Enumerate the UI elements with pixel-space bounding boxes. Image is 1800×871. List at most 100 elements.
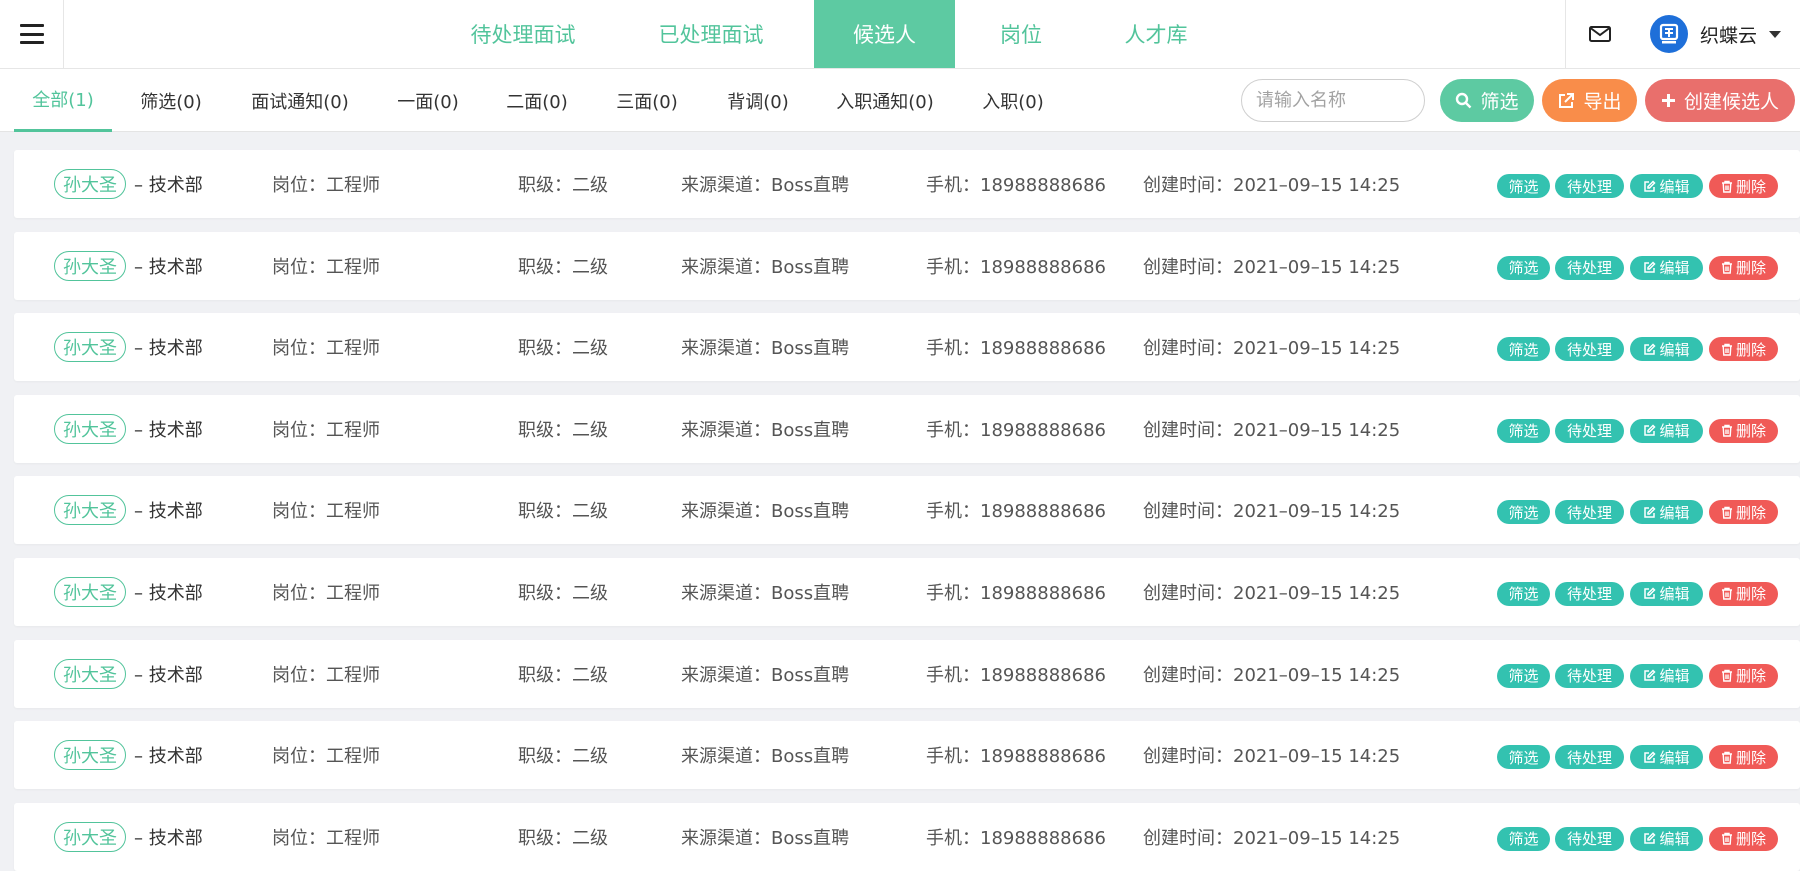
row-pending-button[interactable]: 待处理: [1555, 663, 1624, 688]
org-switcher[interactable]: 织蝶云: [1650, 14, 1782, 54]
hamburger-menu-button[interactable]: [0, 0, 64, 68]
candidate-row[interactable]: 孙大圣 – 技术部 岗位：工程师 职级：二级 来源渠道：Boss直聘 手机：18…: [14, 313, 1800, 382]
tab-all[interactable]: 全部(1): [14, 69, 112, 132]
row-filter-button[interactable]: 筛选: [1497, 826, 1550, 851]
nav-candidates[interactable]: 候选人: [814, 0, 955, 68]
row-delete-label: 删除: [1735, 259, 1766, 278]
tab-background-check[interactable]: 背调(0): [713, 69, 803, 132]
caret-down-icon: [1769, 30, 1782, 38]
candidate-department: – 技术部: [134, 256, 203, 278]
row-filter-button[interactable]: 筛选: [1497, 500, 1550, 525]
row-filter-button[interactable]: 筛选: [1497, 745, 1550, 770]
row-edit-button[interactable]: 编辑: [1630, 418, 1703, 443]
row-edit-button[interactable]: 编辑: [1630, 174, 1703, 198]
candidate-name-tag[interactable]: 孙大圣: [54, 658, 126, 689]
candidate-row[interactable]: 孙大圣 – 技术部 岗位：工程师 职级：二级 来源渠道：Boss直聘 手机：18…: [14, 394, 1800, 463]
candidate-level: 职级：二级: [518, 582, 608, 604]
tab-first-interview[interactable]: 一面(0): [386, 69, 470, 132]
candidate-row[interactable]: 孙大圣 – 技术部 岗位：工程师 职级：二级 来源渠道：Boss直聘 手机：18…: [14, 150, 1800, 218]
candidate-name-tag[interactable]: 孙大圣: [54, 740, 126, 771]
row-pending-button[interactable]: 待处理: [1555, 337, 1624, 362]
tab-screening[interactable]: 筛选(0): [126, 69, 216, 132]
nav-pending-interviews[interactable]: 待处理面试: [438, 0, 608, 68]
filter-button[interactable]: 筛选: [1440, 79, 1534, 122]
tab-onboarding-notice[interactable]: 入职通知(0): [824, 69, 946, 132]
row-delete-button[interactable]: 删除: [1709, 337, 1778, 362]
row-delete-label: 删除: [1735, 503, 1766, 522]
candidate-row[interactable]: 孙大圣 – 技术部 岗位：工程师 职级：二级 来源渠道：Boss直聘 手机：18…: [14, 476, 1800, 545]
candidate-phone: 手机：18988888686: [926, 746, 1106, 768]
row-pending-button[interactable]: 待处理: [1555, 418, 1624, 443]
row-pending-button[interactable]: 待处理: [1555, 174, 1624, 198]
candidate-row[interactable]: 孙大圣 – 技术部 岗位：工程师 职级：二级 来源渠道：Boss直聘 手机：18…: [14, 721, 1800, 790]
name-search-input[interactable]: [1241, 79, 1425, 122]
row-pending-label: 待处理: [1566, 422, 1612, 441]
trash-icon: [1721, 261, 1732, 274]
candidate-source: 来源渠道：Boss直聘: [681, 175, 850, 196]
candidate-level: 职级：二级: [518, 419, 608, 441]
create-candidate-button[interactable]: 创建候选人: [1645, 79, 1795, 122]
row-filter-button[interactable]: 筛选: [1497, 255, 1550, 280]
row-edit-button[interactable]: 编辑: [1630, 745, 1703, 770]
row-pending-button[interactable]: 待处理: [1555, 745, 1624, 770]
candidate-name-tag[interactable]: 孙大圣: [54, 332, 126, 363]
row-edit-label: 编辑: [1659, 830, 1690, 849]
mail-icon[interactable]: [1588, 22, 1612, 46]
candidate-row[interactable]: 孙大圣 – 技术部 岗位：工程师 职级：二级 来源渠道：Boss直聘 手机：18…: [14, 231, 1800, 300]
export-button[interactable]: 导出: [1542, 79, 1637, 122]
candidate-row[interactable]: 孙大圣 – 技术部 岗位：工程师 职级：二级 来源渠道：Boss直聘 手机：18…: [14, 557, 1800, 626]
candidate-department: – 技术部: [134, 419, 203, 441]
row-filter-button[interactable]: 筛选: [1497, 337, 1550, 362]
tab-onboarded[interactable]: 入职(0): [970, 69, 1056, 132]
edit-icon: [1644, 832, 1657, 844]
candidate-row[interactable]: 孙大圣 – 技术部 岗位：工程师 职级：二级 来源渠道：Boss直聘 手机：18…: [14, 639, 1800, 708]
candidate-level: 职级：二级: [518, 175, 608, 196]
candidate-created-time: 创建时间：2021–09–15 14:25: [1143, 664, 1401, 686]
row-pending-button[interactable]: 待处理: [1555, 826, 1624, 851]
tab-interview-notice[interactable]: 面试通知(0): [238, 69, 362, 132]
row-delete-button[interactable]: 删除: [1709, 663, 1778, 688]
trash-icon: [1721, 506, 1732, 519]
row-edit-button[interactable]: 编辑: [1630, 337, 1703, 362]
row-filter-label: 筛选: [1508, 503, 1539, 522]
candidate-name-tag[interactable]: 孙大圣: [54, 495, 126, 526]
row-edit-button[interactable]: 编辑: [1630, 826, 1703, 851]
candidate-level: 职级：二级: [518, 338, 608, 360]
row-edit-label: 编辑: [1659, 748, 1690, 767]
edit-icon: [1644, 424, 1657, 437]
row-delete-button[interactable]: 删除: [1709, 174, 1778, 198]
row-edit-label: 编辑: [1659, 503, 1690, 522]
nav-talent-pool[interactable]: 人才库: [1087, 0, 1225, 68]
row-pending-button[interactable]: 待处理: [1555, 255, 1624, 280]
candidate-name-tag[interactable]: 孙大圣: [54, 821, 126, 852]
tab-third-interview[interactable]: 三面(0): [605, 69, 689, 132]
row-filter-button[interactable]: 筛选: [1497, 663, 1550, 688]
candidate-name-tag[interactable]: 孙大圣: [54, 169, 126, 199]
row-filter-button[interactable]: 筛选: [1497, 418, 1550, 443]
row-edit-button[interactable]: 编辑: [1630, 255, 1703, 280]
row-pending-label: 待处理: [1566, 830, 1612, 849]
trash-icon: [1721, 588, 1732, 601]
candidate-name-tag[interactable]: 孙大圣: [54, 576, 126, 607]
row-filter-button[interactable]: 筛选: [1497, 174, 1550, 198]
row-delete-button[interactable]: 删除: [1709, 745, 1778, 770]
row-edit-button[interactable]: 编辑: [1630, 581, 1703, 606]
row-delete-button[interactable]: 删除: [1709, 500, 1778, 525]
row-delete-button[interactable]: 删除: [1709, 826, 1778, 851]
candidate-created-time: 创建时间：2021–09–15 14:25: [1143, 501, 1401, 523]
nav-processed-interviews[interactable]: 已处理面试: [608, 0, 814, 68]
row-edit-button[interactable]: 编辑: [1630, 663, 1703, 688]
candidate-name-tag[interactable]: 孙大圣: [54, 250, 126, 281]
org-name: 织蝶云: [1700, 24, 1758, 47]
row-pending-button[interactable]: 待处理: [1555, 500, 1624, 525]
row-filter-button[interactable]: 筛选: [1497, 581, 1550, 606]
candidate-name-tag[interactable]: 孙大圣: [54, 413, 126, 444]
candidate-row[interactable]: 孙大圣 – 技术部 岗位：工程师 职级：二级 来源渠道：Boss直聘 手机：18…: [14, 802, 1800, 871]
row-delete-button[interactable]: 删除: [1709, 418, 1778, 443]
tab-second-interview[interactable]: 二面(0): [495, 69, 579, 132]
row-edit-button[interactable]: 编辑: [1630, 500, 1703, 525]
row-pending-button[interactable]: 待处理: [1555, 581, 1624, 606]
row-delete-button[interactable]: 删除: [1709, 255, 1778, 280]
nav-positions[interactable]: 岗位: [955, 0, 1087, 68]
row-delete-button[interactable]: 删除: [1709, 581, 1778, 606]
